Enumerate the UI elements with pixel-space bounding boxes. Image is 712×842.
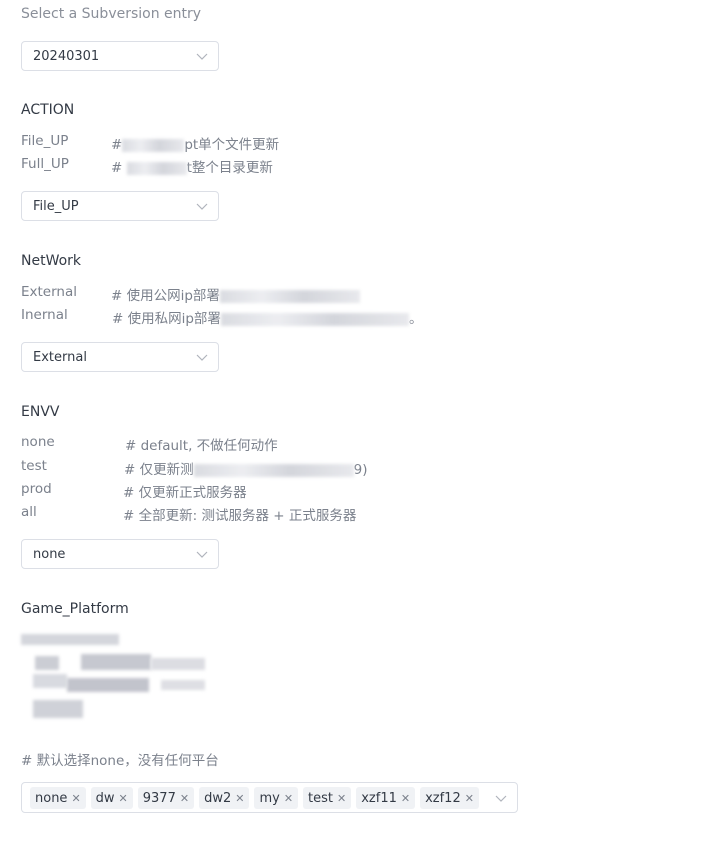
tag-label: none bbox=[35, 790, 68, 806]
envv-option-key: all bbox=[21, 504, 37, 520]
tag-dw: dw ✕ bbox=[90, 787, 133, 809]
action-title: ACTION bbox=[21, 102, 75, 118]
desc-prefix: # bbox=[111, 160, 123, 176]
chevron-down-icon bbox=[495, 795, 507, 802]
subversion-label: Select a Subversion entry bbox=[21, 6, 202, 22]
close-icon[interactable]: ✕ bbox=[235, 792, 244, 805]
tag-my: my ✕ bbox=[254, 787, 299, 809]
game-platform-note: # 默认选择none，没有任何平台 bbox=[21, 753, 219, 769]
tag-label: test bbox=[308, 790, 333, 806]
close-icon[interactable]: ✕ bbox=[465, 792, 474, 805]
tag-9377: 9377 ✕ bbox=[137, 787, 195, 809]
network-option-key: Inernal bbox=[21, 307, 68, 323]
network-title: NetWork bbox=[21, 253, 82, 269]
redacted-text bbox=[126, 161, 187, 175]
desc-suffix: 。 bbox=[408, 311, 423, 327]
network-option-key: External bbox=[21, 284, 78, 300]
tag-xzf12: xzf12 ✕ bbox=[420, 787, 479, 809]
desc-suffix: 9) bbox=[353, 462, 368, 478]
action-option-desc: # pt单个文件更新 bbox=[111, 133, 279, 153]
redacted-text bbox=[122, 138, 185, 152]
envv-option-key: none bbox=[21, 434, 55, 450]
envv-option-desc: # default, 不做任何动作 bbox=[125, 438, 278, 454]
envv-title: ENVV bbox=[21, 404, 60, 420]
envv-select-value: none bbox=[33, 547, 66, 562]
redacted-text bbox=[219, 289, 360, 303]
game-platform-title: Game_Platform bbox=[21, 601, 129, 617]
tag-dw2: dw2 ✕ bbox=[199, 787, 250, 809]
close-icon[interactable]: ✕ bbox=[337, 792, 346, 805]
desc-suffix: pt单个文件更新 bbox=[184, 137, 280, 153]
network-select[interactable]: External bbox=[21, 342, 219, 372]
tag-label: 9377 bbox=[142, 790, 176, 806]
redacted-text bbox=[220, 312, 409, 326]
subversion-select-value: 20240301 bbox=[33, 49, 100, 64]
action-option-key: Full_UP bbox=[21, 156, 69, 172]
desc-suffix: t整个目录更新 bbox=[186, 160, 273, 176]
close-icon[interactable]: ✕ bbox=[401, 792, 410, 805]
desc-prefix: # bbox=[111, 137, 123, 153]
tag-xzf11: xzf11 ✕ bbox=[356, 787, 416, 809]
desc-prefix: # 使用公网ip部署 bbox=[111, 288, 220, 304]
chevron-down-icon bbox=[196, 53, 208, 60]
action-select-value: File_UP bbox=[33, 199, 79, 214]
tag-label: my bbox=[259, 790, 280, 806]
selected-tags: none ✕ dw ✕ 9377 ✕ dw2 ✕ my ✕ test ✕ xzf11 ✕ xz… bbox=[30, 787, 479, 809]
envv-option-key: prod bbox=[21, 481, 52, 497]
tag-none: none ✕ bbox=[30, 787, 86, 809]
close-icon[interactable]: ✕ bbox=[71, 792, 80, 805]
tag-label: xzf12 bbox=[425, 790, 461, 806]
chevron-down-icon bbox=[196, 203, 208, 210]
redacted-text bbox=[193, 463, 354, 477]
desc-prefix: # 使用私网ip部署 bbox=[112, 311, 221, 327]
game-platform-multiselect[interactable]: none ✕ dw ✕ 9377 ✕ dw2 ✕ my ✕ test ✕ xzf11 ✕ xz… bbox=[21, 782, 518, 813]
envv-option-desc: # 仅更新测 9) bbox=[124, 458, 367, 478]
envv-select[interactable]: none bbox=[21, 539, 219, 569]
action-option-key: File_UP bbox=[21, 133, 69, 149]
envv-option-key: test bbox=[21, 458, 47, 474]
tag-label: dw2 bbox=[204, 790, 232, 806]
close-icon[interactable]: ✕ bbox=[284, 792, 293, 805]
redacted-description-block bbox=[21, 632, 211, 722]
tag-label: dw bbox=[95, 790, 115, 806]
network-option-desc: # 使用私网ip部署 。 bbox=[112, 307, 422, 327]
network-option-desc: # 使用公网ip部署 bbox=[111, 284, 360, 304]
subversion-select[interactable]: 20240301 bbox=[21, 41, 219, 71]
network-select-value: External bbox=[33, 350, 87, 365]
desc-prefix: # 仅更新测 bbox=[124, 462, 194, 478]
close-icon[interactable]: ✕ bbox=[119, 792, 128, 805]
chevron-down-icon bbox=[196, 551, 208, 558]
tag-label: xzf11 bbox=[361, 790, 397, 806]
action-option-desc: # t整个目录更新 bbox=[111, 156, 273, 176]
close-icon[interactable]: ✕ bbox=[180, 792, 189, 805]
chevron-down-icon bbox=[196, 354, 208, 361]
action-select[interactable]: File_UP bbox=[21, 191, 219, 221]
envv-option-desc: # 仅更新正式服务器 bbox=[123, 485, 247, 501]
envv-option-desc: # 全部更新: 测试服务器 + 正式服务器 bbox=[123, 508, 357, 524]
tag-test: test ✕ bbox=[303, 787, 352, 809]
